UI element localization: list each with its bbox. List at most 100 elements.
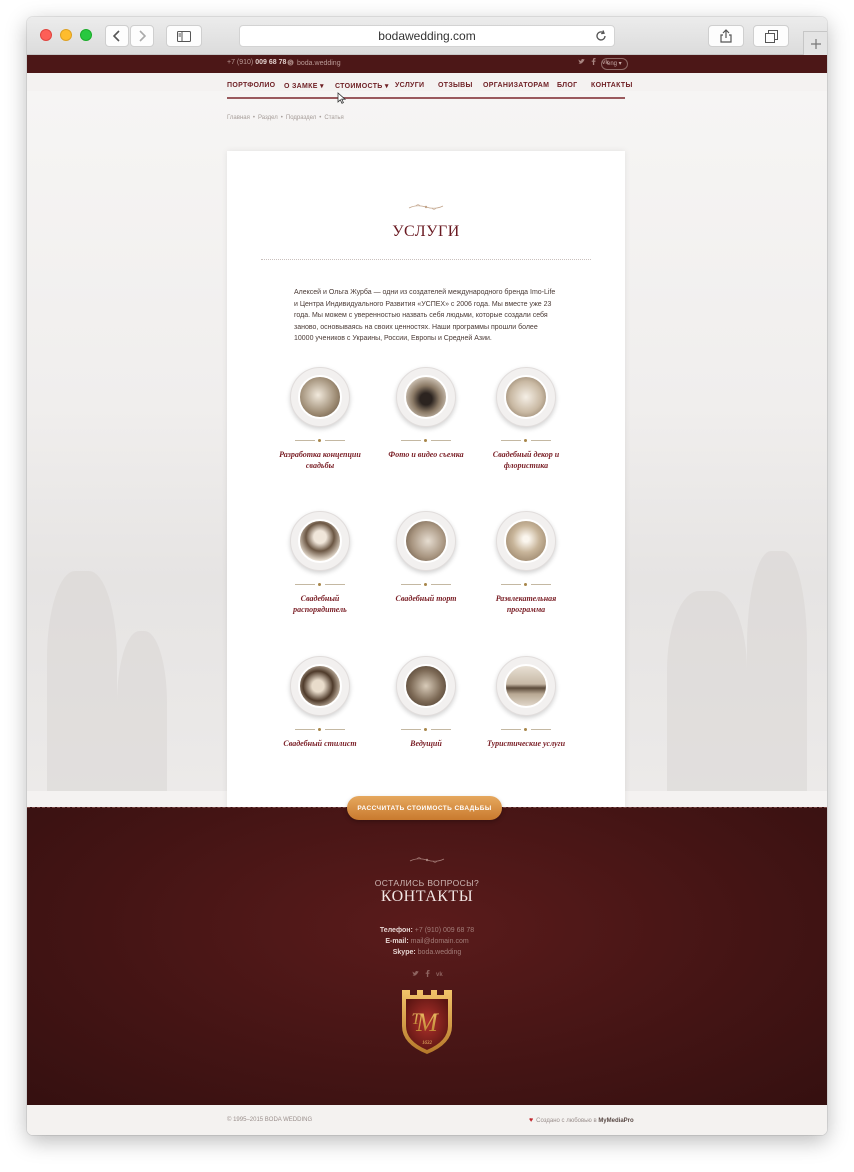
url-text: bodawedding.com — [378, 29, 476, 43]
services-card: УСЛУГИ Алексей и Ольга Журба — одни из с… — [227, 151, 625, 811]
service-item[interactable]: Фото и видео съемка — [381, 367, 471, 497]
service-photo-frame — [290, 656, 350, 716]
top-skype[interactable]: Sboda.wedding — [287, 59, 341, 67]
service-divider — [501, 439, 551, 443]
service-item[interactable]: Ведущий — [381, 656, 471, 786]
chevron-left-icon — [113, 30, 120, 42]
service-divider — [501, 728, 551, 732]
back-button[interactable] — [105, 25, 129, 47]
reload-icon[interactable] — [594, 29, 608, 43]
flourish-ornament-icon — [408, 204, 444, 210]
service-photo-frame — [496, 656, 556, 716]
service-photo-frame — [290, 511, 350, 571]
breadcrumb-item[interactable]: Главная — [227, 115, 250, 121]
castle-crest-logo[interactable]: M T 1632 — [398, 986, 456, 1056]
zoom-window-button[interactable] — [80, 29, 92, 41]
facebook-icon[interactable] — [425, 970, 430, 977]
nav-item-about-castle[interactable]: О ЗАМКЕ ▾ — [284, 82, 324, 90]
service-item[interactable]: Туристические услуги — [481, 656, 571, 786]
nav-underline — [227, 97, 625, 99]
service-photo-frame — [496, 511, 556, 571]
title-divider — [261, 259, 591, 260]
browser-toolbar: bodawedding.com — [27, 17, 827, 55]
share-icon — [720, 29, 732, 43]
plus-icon — [810, 38, 821, 49]
copyright-text: © 1995–2015 BODA WEDDING — [227, 1117, 313, 1123]
service-photo-frame — [290, 367, 350, 427]
top-phone[interactable]: +7 (910) 009 68 78 — [227, 59, 286, 66]
service-photo — [298, 664, 342, 708]
service-photo — [504, 519, 548, 563]
service-photo — [298, 519, 342, 563]
service-label[interactable]: Свадебный распорядитель — [275, 593, 365, 615]
tabs-icon — [764, 29, 778, 43]
bottom-bar: © 1995–2015 BODA WEDDING ♥ Создано с любо… — [27, 1105, 827, 1135]
service-divider — [501, 583, 551, 587]
close-window-button[interactable] — [40, 29, 52, 41]
service-label[interactable]: Фото и видео съемка — [381, 449, 471, 460]
nav-item-pricing[interactable]: СТОИМОСТЬ ▾ — [335, 82, 389, 90]
page-title: УСЛУГИ — [392, 223, 460, 240]
vk-icon[interactable]: vk — [436, 970, 443, 977]
service-photo — [504, 375, 548, 419]
sidebar-icon — [177, 30, 191, 42]
service-label[interactable]: Свадебный стилист — [275, 738, 365, 749]
main-navigation: ПОРТФОЛИО О ЗАМКЕ ▾ СТОИМОСТЬ ▾ УСЛУГИ О… — [227, 79, 632, 99]
footer-question: ОСТАЛИСЬ ВОПРОСЫ? — [374, 878, 480, 888]
service-photo — [404, 375, 448, 419]
service-label[interactable]: Развлекательная программа — [481, 593, 571, 615]
nav-item-reviews[interactable]: ОТЗЫВЫ — [438, 82, 473, 89]
developer-credit[interactable]: ♥ Создано с любовью в MyMediaPro — [529, 1117, 634, 1124]
service-label[interactable]: Свадебный декор и флористика — [481, 449, 571, 471]
nav-item-blog[interactable]: БЛОГ — [557, 82, 577, 89]
logo-year: 1632 — [422, 1041, 433, 1046]
language-switcher[interactable]: eng ▾ — [601, 58, 628, 70]
service-photo — [404, 519, 448, 563]
service-item[interactable]: Свадебный торт — [381, 511, 471, 641]
footer-phone[interactable]: +7 (910) 009 68 78 — [415, 927, 474, 934]
share-button[interactable] — [708, 25, 744, 47]
new-tab-button[interactable] — [803, 31, 827, 55]
calculate-price-button[interactable]: РАССЧИТАТЬ СТОИМОСТЬ СВАДЬБЫ — [347, 796, 502, 820]
service-photo-frame — [396, 511, 456, 571]
footer-skype-row: Skype: boda.wedding — [392, 949, 462, 956]
tabs-overview-button[interactable] — [753, 25, 789, 47]
service-item[interactable]: Развлекательная программа — [481, 511, 571, 641]
forward-button[interactable] — [130, 25, 154, 47]
service-item[interactable]: Свадебный декор и флористика — [481, 367, 571, 497]
intro-text: Алексей и Ольга Журба — одни из создател… — [294, 289, 556, 342]
service-label[interactable]: Туристические услуги — [481, 738, 571, 749]
address-bar[interactable]: bodawedding.com — [239, 25, 615, 47]
twitter-icon[interactable] — [578, 58, 585, 65]
service-divider — [401, 583, 451, 587]
top-contact-bar: +7 (910) 009 68 78 Sboda.wedding vk eng … — [27, 55, 827, 73]
facebook-icon[interactable] — [591, 58, 596, 65]
breadcrumb-item[interactable]: Раздел — [258, 115, 278, 121]
minimize-window-button[interactable] — [60, 29, 72, 41]
service-label[interactable]: Свадебный торт — [381, 593, 471, 604]
breadcrumb-item[interactable]: Подраздел — [286, 115, 316, 121]
nav-item-services[interactable]: УСЛУГИ — [395, 82, 424, 89]
flourish-ornament-icon — [409, 857, 445, 863]
skype-icon: S — [287, 59, 294, 66]
service-label[interactable]: Разработка концепции свадьбы — [275, 449, 365, 471]
nav-item-contacts[interactable]: КОНТАКТЫ — [591, 82, 633, 89]
footer-email[interactable]: mail@domain.com — [411, 938, 469, 945]
service-item[interactable]: Разработка концепции свадьбы — [275, 367, 365, 497]
service-item[interactable]: Свадебный стилист — [275, 656, 365, 786]
service-photo-frame — [396, 656, 456, 716]
nav-item-portfolio[interactable]: ПОРТФОЛИО — [227, 82, 275, 89]
footer-contacts: ОСТАЛИСЬ ВОПРОСЫ? КОНТАКТЫ Телефон: +7 (… — [27, 807, 827, 1105]
service-label[interactable]: Ведущий — [381, 738, 471, 749]
service-photo — [404, 664, 448, 708]
nav-item-organizers[interactable]: ОРГАНИЗАТОРАМ — [483, 82, 549, 89]
service-item[interactable]: Свадебный распорядитель — [275, 511, 365, 641]
svg-text:vk: vk — [436, 972, 443, 977]
service-divider — [295, 439, 345, 443]
footer-contact-list: Телефон: +7 (910) 009 68 78 E-mail: mail… — [27, 925, 827, 958]
service-divider — [401, 439, 451, 443]
sidebar-toggle-button[interactable] — [166, 25, 202, 47]
twitter-icon[interactable] — [412, 970, 419, 977]
footer-skype[interactable]: boda.wedding — [418, 949, 462, 956]
browser-window: bodawedding.com +7 (910) 009 68 78 Sboda… — [27, 17, 827, 1135]
